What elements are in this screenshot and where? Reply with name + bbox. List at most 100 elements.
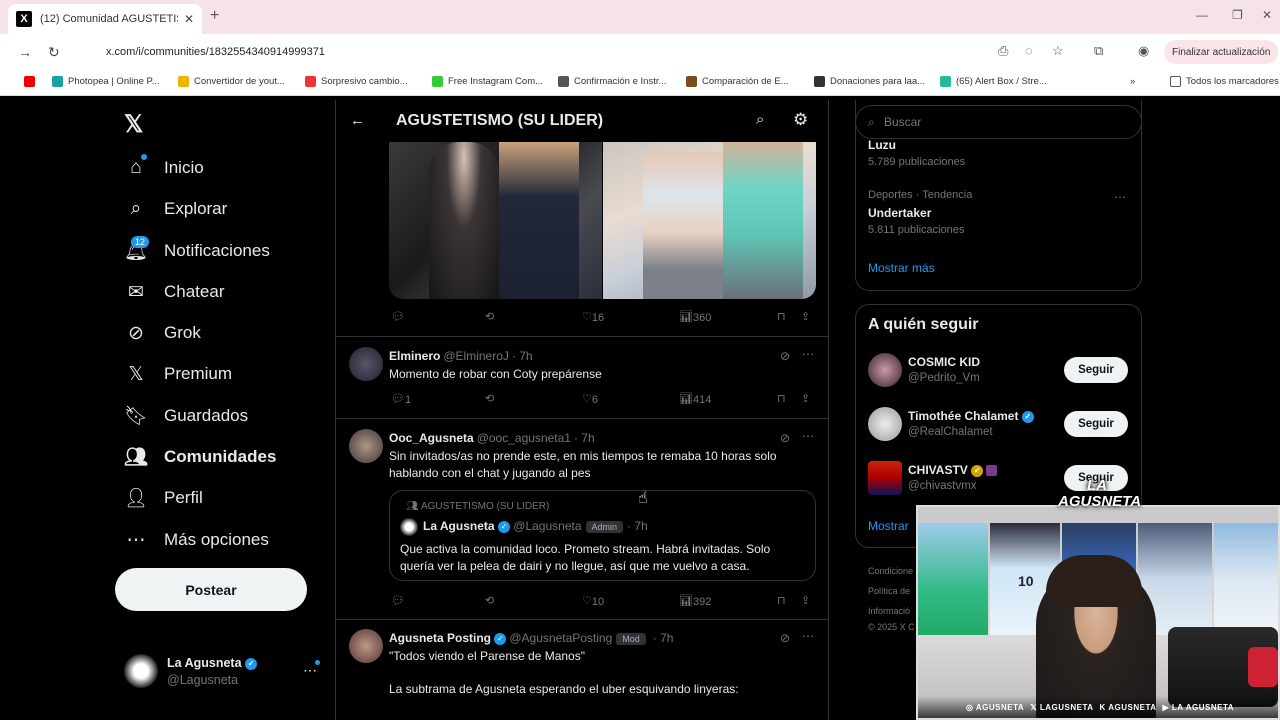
follow-button[interactable]: Seguir — [1064, 411, 1128, 437]
nav-item-explorar[interactable]: ⌕ Explorar — [124, 197, 228, 221]
more-icon[interactable]: ⋯ — [802, 629, 814, 643]
retweet-icon[interactable]: ⟲ — [485, 310, 494, 323]
show-more-link[interactable]: Mostrar — [868, 519, 909, 533]
views-count[interactable]: 📊︎ 360 — [679, 310, 711, 324]
bookmark-item[interactable]: Photopea | Online P... — [52, 76, 160, 87]
profile-icon[interactable]: ◉ — [1138, 43, 1149, 59]
retweet-icon[interactable]: ⟲ — [485, 392, 494, 405]
tweet-header: Elminero @ElmineroJ · 7h — [389, 349, 533, 363]
search-icon[interactable]: ⌕ — [756, 111, 764, 128]
close-window-icon[interactable]: ✕ — [1262, 8, 1272, 22]
restore-icon[interactable]: ❐ — [1232, 8, 1243, 22]
reply-icon[interactable]: 💬︎ — [391, 310, 405, 323]
bookmark-item[interactable]: Free Instagram Com... — [432, 76, 543, 87]
unread-dot — [315, 660, 320, 665]
show-more-link[interactable]: Mostrar más — [868, 261, 935, 275]
update-button[interactable]: Finalizar actualización — [1164, 40, 1279, 64]
bookmark-item[interactable]: (65) Alert Box / Stre... — [940, 76, 1047, 87]
reply-icon[interactable]: 💬︎ — [391, 594, 405, 607]
follow-name[interactable]: COSMIC KID — [908, 355, 980, 369]
follow-name[interactable]: CHIVASTV ✓ — [908, 463, 998, 477]
like-button[interactable]: ♡ 16 — [582, 310, 604, 324]
follow-handle: @Pedrito_Vm — [908, 372, 980, 384]
avatar — [400, 518, 418, 536]
nav-item-comunidades[interactable]: 👥︎ Comunidades — [124, 445, 276, 469]
more-icon[interactable]: ⋯ — [802, 347, 814, 361]
views-count[interactable]: 📊︎ 414 — [679, 392, 711, 406]
nav-item-inicio[interactable]: ⌂ Inicio — [124, 156, 203, 180]
more-bookmarks-icon[interactable]: » — [1130, 76, 1135, 87]
address-bar[interactable]: x.com/i/communities/1832554340914999371 — [76, 40, 1076, 64]
nav-item-chatear[interactable]: ✉ Chatear — [124, 280, 224, 304]
post-button[interactable]: Postear — [115, 568, 307, 611]
forward-icon[interactable]: → — [18, 44, 32, 60]
footer-link[interactable]: Condicione — [868, 566, 913, 576]
avatar[interactable] — [349, 347, 383, 381]
grok-icon[interactable]: ⊘ — [780, 431, 790, 445]
bookmark-item[interactable]: Convertidor de yout... — [178, 76, 285, 87]
like-button[interactable]: ♡ 10 — [582, 594, 604, 608]
more-icon[interactable]: ⋯ — [802, 429, 814, 443]
trend-name[interactable]: Undertaker — [868, 206, 931, 220]
post-image[interactable] — [602, 142, 816, 299]
avatar[interactable] — [349, 629, 383, 663]
minimize-icon[interactable]: — — [1196, 8, 1208, 22]
post-media[interactable] — [389, 142, 816, 299]
admin-badge: Admin — [585, 521, 624, 533]
extensions-icon[interactable]: ⧉ — [1094, 43, 1103, 59]
youtube-bookmark-icon[interactable] — [24, 76, 40, 87]
nav-item-perfil[interactable]: 👤︎ Perfil — [124, 486, 203, 510]
share-icon[interactable]: ⇪ — [801, 310, 810, 323]
eye-off-icon[interactable]: ◌ — [1025, 43, 1033, 58]
post-actions: 💬︎ ⟲ ♡ 16 📊︎ 360 ⊓ ⇪ — [389, 308, 816, 328]
trend-name[interactable]: Luzu — [868, 138, 896, 152]
tweet-actions: 💬︎ ⟲ ♡ 10 📊︎ 392 ⊓ ⇪ — [389, 592, 816, 612]
all-bookmarks[interactable]: Todos los marcadores — [1170, 76, 1279, 87]
avatar[interactable] — [124, 654, 158, 688]
gear-icon[interactable]: ⚙ — [793, 110, 808, 130]
reply-button[interactable]: 💬︎ 1 — [391, 392, 411, 406]
avatar[interactable] — [868, 461, 902, 495]
browser-tab[interactable]: X (12) Comunidad AGUSTETISMO ✕ — [8, 4, 202, 34]
bookmark-item[interactable]: Sorpresivo cambio... — [305, 76, 408, 87]
footer-link[interactable]: Política de — [868, 586, 910, 596]
retweet-icon[interactable]: ⟲ — [485, 594, 494, 607]
back-arrow-icon[interactable]: ← — [350, 112, 365, 129]
nav-item-premium[interactable]: 𝕏 Premium — [124, 362, 232, 386]
bookmark-item[interactable]: Confirmación e Instr... — [558, 76, 666, 87]
avatar[interactable] — [868, 353, 902, 387]
x-logo-icon[interactable]: 𝕏 — [124, 110, 143, 139]
trend-more-icon[interactable]: ⋯ — [1114, 190, 1126, 204]
bookmark-favicon-icon — [558, 76, 569, 87]
new-tab-icon[interactable]: + — [210, 7, 219, 25]
install-icon[interactable]: ⎙ — [998, 43, 1008, 59]
account-more-icon[interactable]: ⋯ — [303, 662, 317, 679]
bookmark-item[interactable]: Donaciones para laa... — [814, 76, 925, 87]
views-count[interactable]: 📊︎ 392 — [679, 594, 711, 608]
follow-name[interactable]: Timothée Chalamet ✓ — [908, 409, 1034, 423]
reload-icon[interactable]: ↻ — [48, 44, 60, 61]
avatar[interactable] — [868, 407, 902, 441]
bookmark-icon[interactable]: ⊓ — [777, 392, 786, 405]
nav-item-mas-opciones[interactable]: ⋯ Más opciones — [124, 528, 269, 552]
share-icon[interactable]: ⇪ — [801, 392, 810, 405]
close-tab-icon[interactable]: ✕ — [184, 12, 194, 26]
nav-item-guardados[interactable]: 🔖︎ Guardados — [124, 404, 248, 428]
post-image[interactable] — [389, 142, 602, 299]
avatar[interactable] — [349, 429, 383, 463]
nav-item-grok[interactable]: ⊘ Grok — [124, 321, 201, 345]
quoted-tweet[interactable]: 👥︎ AGUSTETISMO (SU LIDER) La Agusneta ✓ … — [389, 490, 816, 581]
bookmark-item[interactable]: Comparación de E... — [686, 76, 789, 87]
follow-button[interactable]: Seguir — [1064, 357, 1128, 383]
verified-icon: ✓ — [497, 520, 510, 533]
grok-icon[interactable]: ⊘ — [780, 631, 790, 645]
footer-link[interactable]: Informació — [868, 606, 910, 616]
bookmark-icon[interactable]: ⊓ — [777, 594, 786, 607]
star-icon[interactable]: ☆ — [1052, 43, 1064, 59]
bookmark-icon[interactable]: ⊓ — [777, 310, 786, 323]
grok-icon[interactable]: ⊘ — [780, 349, 790, 363]
notification-badge: 12 — [131, 236, 150, 248]
like-button[interactable]: ♡ 6 — [582, 392, 598, 406]
community-title: AGUSTETISMO (SU LIDER) — [396, 112, 604, 129]
share-icon[interactable]: ⇪ — [801, 594, 810, 607]
